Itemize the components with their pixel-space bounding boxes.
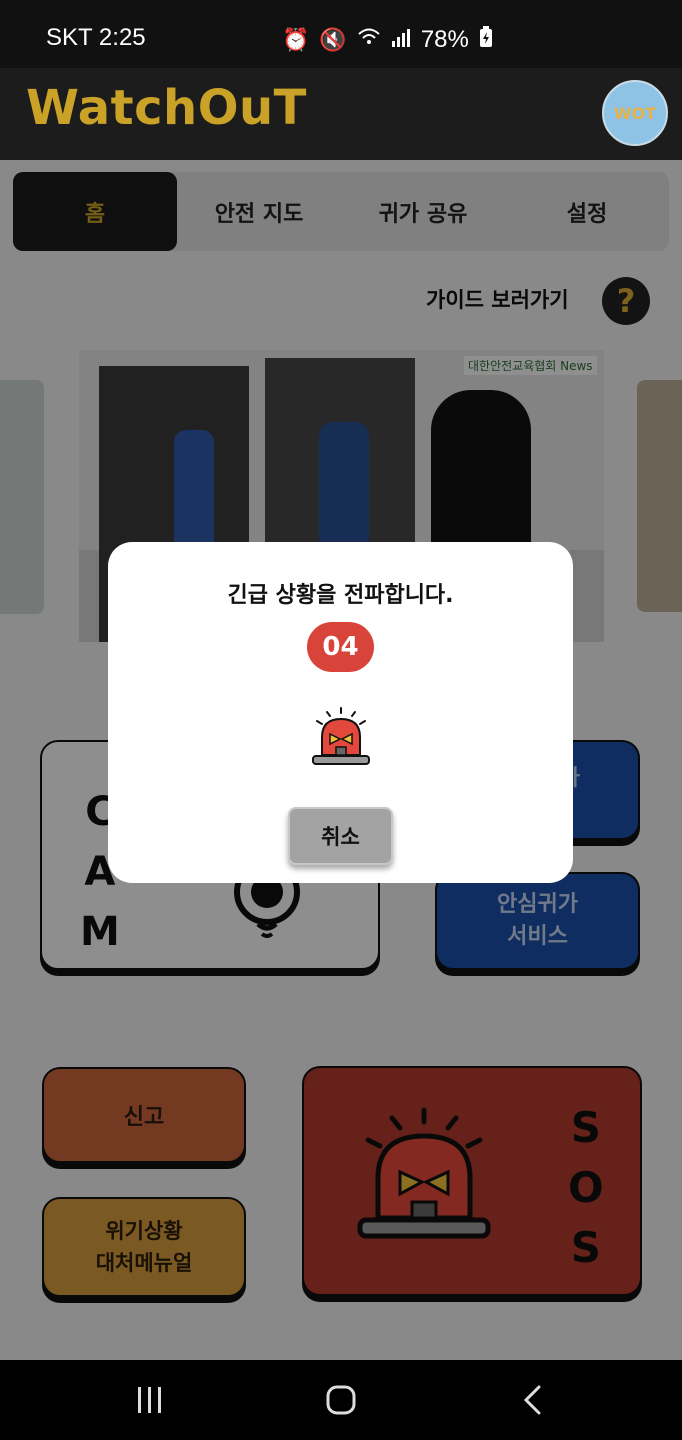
countdown-badge: 04: [307, 622, 374, 672]
alarm-icon: ⏰: [282, 27, 310, 52]
dialog-title: 긴급 상황을 전파합니다.: [227, 583, 454, 608]
recent-apps-icon[interactable]: [110, 1360, 190, 1440]
back-icon[interactable]: [492, 1360, 572, 1440]
clock: 2:25: [98, 24, 146, 51]
app-header: WatchOuT WOT: [0, 68, 682, 160]
status-bar: SKT 2:25 ⏰ 🔇 78%: [0, 0, 682, 68]
emergency-broadcast-dialog: 긴급 상황을 전파합니다. 04 취소: [108, 542, 573, 883]
siren-icon: [310, 707, 372, 773]
profile-avatar[interactable]: WOT: [602, 80, 668, 146]
cancel-button[interactable]: 취소: [288, 807, 393, 865]
mute-icon: 🔇: [319, 27, 347, 52]
wifi-icon: [357, 27, 381, 53]
battery-percent: 78%: [420, 26, 469, 53]
carrier-label: SKT: [46, 24, 93, 51]
carrier-time: SKT 2:25: [46, 24, 146, 52]
app-logo: WatchOuT: [26, 80, 307, 136]
signal-icon: [391, 27, 411, 53]
battery-charging-icon: [479, 26, 493, 54]
system-nav-bar: [0, 1360, 682, 1440]
status-icons: ⏰ 🔇 78%: [282, 26, 493, 54]
home-icon[interactable]: [301, 1360, 381, 1440]
avatar-label: WOT: [613, 103, 657, 123]
